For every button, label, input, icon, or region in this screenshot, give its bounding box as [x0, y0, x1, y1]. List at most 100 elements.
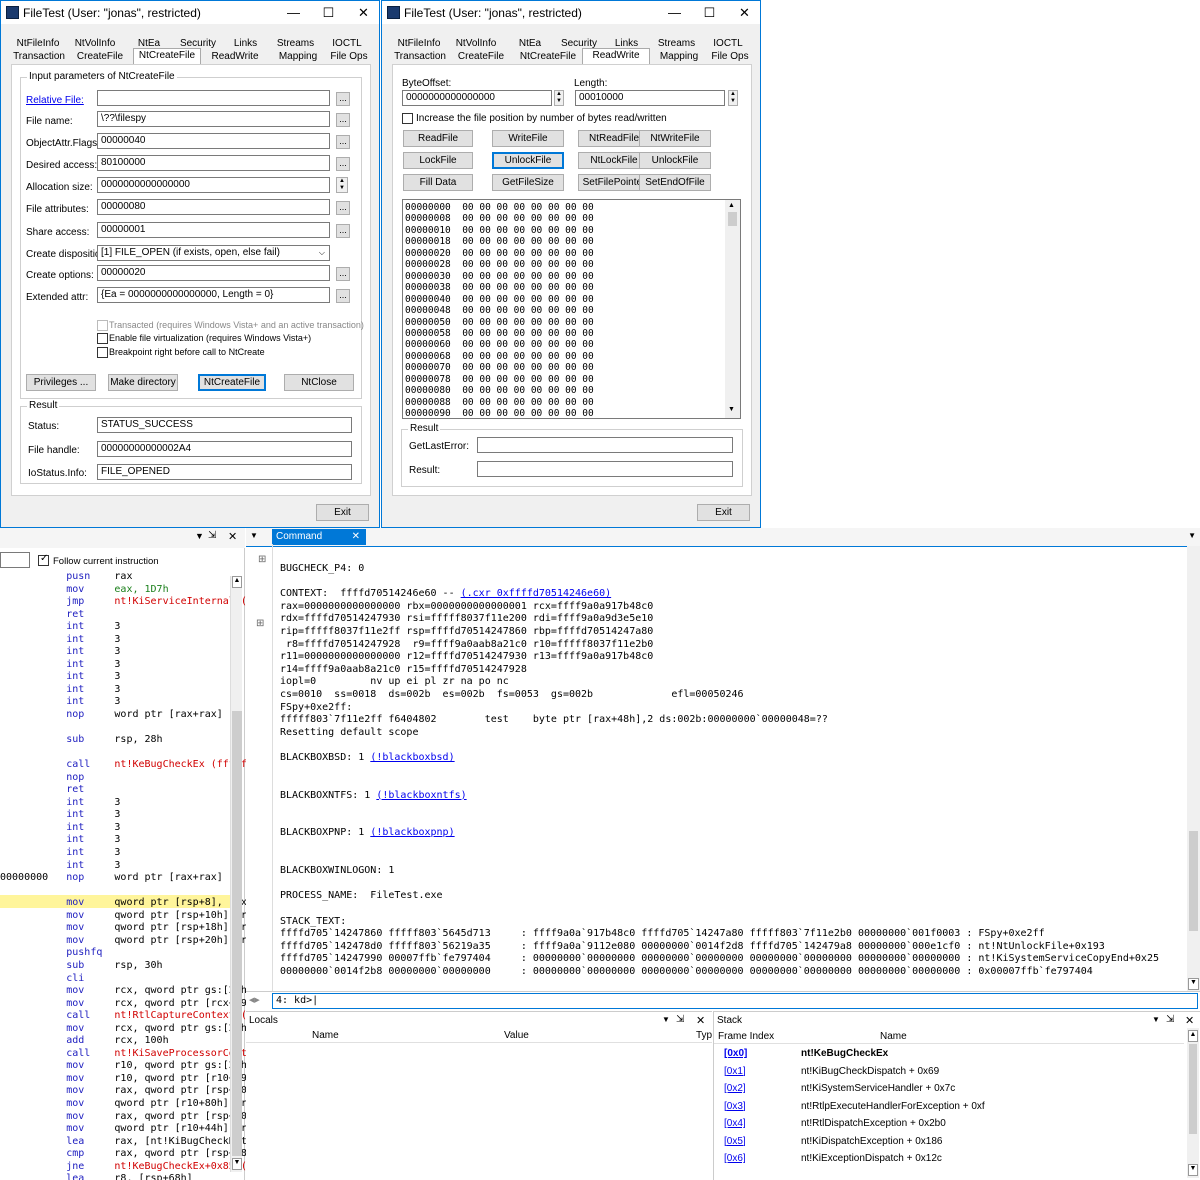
disasm-line[interactable]: mov r10, qword ptr gs:[20h — [0, 1060, 247, 1073]
browse-button-extended-attr[interactable]: ... — [336, 289, 350, 303]
tab-ntcreatefile[interactable]: NtCreateFile — [514, 50, 582, 64]
stack-col-frame[interactable]: Frame Index — [718, 1031, 774, 1042]
field-desired-access[interactable]: 80100000 — [97, 155, 330, 171]
privileges-button[interactable]: Privileges ... — [26, 374, 96, 391]
field-file-name[interactable]: \??\filespy — [97, 111, 330, 127]
field-label-relative-file[interactable]: Relative File: — [26, 95, 84, 106]
disasm-line[interactable]: mov rcx, qword ptr gs:[20h — [0, 1023, 247, 1036]
field-file-attributes[interactable]: 00000080 — [97, 199, 330, 215]
disasm-line[interactable]: ret — [0, 609, 247, 622]
close-button[interactable]: ✕ — [341, 1, 386, 24]
disasm-line[interactable]: sub rsp, 28h — [0, 734, 247, 747]
tab-ntfileinfo[interactable]: NtFileInfo — [11, 37, 65, 51]
close-icon[interactable]: ✕ — [1185, 1014, 1194, 1027]
tab-ntcreatefile[interactable]: NtCreateFile — [133, 48, 201, 64]
close-icon[interactable]: ✕ — [696, 1014, 705, 1027]
command-link-bsd[interactable]: (!blackboxbsd) — [370, 752, 454, 763]
disasm-line[interactable]: nop — [0, 772, 247, 785]
lockfile-button-1-0[interactable]: LockFile — [403, 152, 473, 169]
field-objectattr-flags[interactable]: 00000040 — [97, 133, 330, 149]
grid-icon[interactable]: ⊞ — [258, 554, 266, 565]
disasm-line[interactable]: add rcx, 100h — [0, 1035, 247, 1048]
exit-button[interactable]: Exit — [697, 504, 750, 521]
tab-streams[interactable]: Streams — [268, 37, 323, 51]
browse-button-objectattr-flags[interactable]: ... — [336, 135, 350, 149]
scroll-left-icon[interactable]: ◀▶ — [249, 996, 260, 1004]
disasm-line[interactable]: mov rcx, qword ptr gs:[20h — [0, 985, 247, 998]
pin-icon[interactable]: ⇲ — [1166, 1014, 1174, 1025]
disasm-line[interactable]: call nt!KeBugCheckEx (fffff — [0, 759, 247, 772]
disasm-line[interactable]: nop word ptr [rax+rax] — [0, 709, 247, 722]
tab-ntvolinfo[interactable]: NtVolInfo — [65, 37, 125, 51]
stack-frame-index[interactable]: [0x1] — [724, 1066, 746, 1077]
stack-frame-index[interactable]: [0x2] — [724, 1083, 746, 1094]
expand-icon[interactable]: ⊞ — [256, 618, 264, 629]
dropdown-icon[interactable]: ▼ — [250, 531, 258, 540]
disasm-line[interactable]: mov rcx, qword ptr [rcx+89 — [0, 998, 247, 1011]
tab-createfile[interactable]: CreateFile — [448, 50, 514, 64]
disasm-line[interactable]: mov qword ptr [r10+80h], r — [0, 1098, 247, 1111]
exit-button[interactable]: Exit — [316, 504, 369, 521]
tab-ntea[interactable]: NtEa — [506, 37, 554, 51]
follow-instruction-checkbox[interactable]: ✓ — [38, 553, 49, 566]
tab-file-ops[interactable]: File Ops — [708, 50, 752, 64]
command-input[interactable]: 4: kd>| — [272, 993, 1198, 1009]
disasm-line[interactable]: int 3 — [0, 809, 247, 822]
readfile-button-0-0[interactable]: ReadFile — [403, 130, 473, 147]
command-link-pnp[interactable]: (!blackboxpnp) — [370, 827, 454, 838]
disasm-line[interactable]: lea r8, [rsp+68h] — [0, 1173, 247, 1180]
length-input[interactable]: 00010000 — [575, 90, 725, 106]
command-link-ntfs[interactable]: (!blackboxntfs) — [376, 790, 466, 801]
command-tab[interactable]: Command ✕ — [272, 529, 366, 545]
fill-data-button-2-0[interactable]: Fill Data — [403, 174, 473, 191]
stack-frame-index[interactable]: [0x5] — [724, 1136, 746, 1147]
disasm-line[interactable]: mov rax, qword ptr [rsp+40 — [0, 1085, 247, 1098]
field-extended-attr[interactable]: {Ea = 0000000000000000, Length = 0} — [97, 287, 330, 303]
disassembly-listing[interactable]: pusn rax mov eax, 1D7h jmp nt!KiServiceI… — [0, 571, 247, 1180]
hex-scrollbar[interactable]: ▲ ▼ — [725, 200, 740, 418]
disasm-line[interactable]: mov qword ptr [rsp+8], rcx — [0, 897, 247, 910]
create-disposition-select[interactable]: [1] FILE_OPEN (if exists, open, else fai… — [97, 245, 330, 261]
disasm-line[interactable] — [0, 722, 247, 735]
title-bar[interactable]: FileTest (User: "jonas", restricted) — ☐… — [382, 1, 760, 24]
tab-file-ops[interactable]: File Ops — [327, 50, 371, 64]
disasm-line[interactable]: int 3 — [0, 671, 247, 684]
hex-view[interactable]: 00000000 00 00 00 00 00 00 00 00 00000008… — [402, 199, 741, 419]
disasm-line[interactable]: int 3 — [0, 797, 247, 810]
stack-frame-index[interactable]: [0x3] — [724, 1101, 746, 1112]
disasm-line[interactable]: lea rax, [nt!KiBugCheckRet — [0, 1136, 247, 1149]
browse-button-create-options[interactable]: ... — [336, 267, 350, 281]
disasm-line[interactable]: int 3 — [0, 822, 247, 835]
disasm-line[interactable]: jmp nt!KiServiceInternal ( — [0, 596, 247, 609]
pin-icon[interactable]: ⇲ — [208, 530, 216, 541]
stack-frame-index[interactable]: [0x4] — [724, 1118, 746, 1129]
ntcreatefile-button[interactable]: NtCreateFile — [198, 374, 266, 391]
disasm-line[interactable]: int 3 — [0, 834, 247, 847]
disasm-line[interactable]: cli — [0, 973, 247, 986]
disasm-line[interactable]: int 3 — [0, 684, 247, 697]
disasm-line[interactable]: int 3 — [0, 621, 247, 634]
writefile-button-0-1[interactable]: WriteFile — [492, 130, 564, 147]
increase-position-checkbox[interactable] — [402, 113, 413, 124]
make-directory-button[interactable]: Make directory — [108, 374, 178, 391]
disasm-line[interactable]: mov qword ptr [rsp+20h], r — [0, 935, 247, 948]
tab-transaction[interactable]: Transaction — [392, 50, 448, 64]
disasm-line[interactable]: jne nt!KeBugCheckEx+0x85 ( — [0, 1161, 247, 1174]
field-allocation-size[interactable]: 0000000000000000 — [97, 177, 330, 193]
disasm-line[interactable]: mov qword ptr [rsp+18h], r — [0, 922, 247, 935]
field-share-access[interactable]: 00000001 — [97, 222, 330, 238]
close-button[interactable]: ✕ — [722, 1, 767, 24]
getfilesize-button-2-1[interactable]: GetFileSize — [492, 174, 564, 191]
dropdown-icon[interactable]: ▼ — [195, 531, 204, 541]
checkbox-3[interactable] — [97, 347, 108, 358]
disasm-line[interactable]: int 3 — [0, 646, 247, 659]
locals-col-name[interactable]: Name — [312, 1030, 339, 1041]
tab-mapping[interactable]: Mapping — [269, 50, 327, 64]
browse-button-file-attributes[interactable]: ... — [336, 201, 350, 215]
disasm-line[interactable]: call nt!RtlCaptureContext ( — [0, 1010, 247, 1023]
browse-button-relative-file[interactable]: ... — [336, 92, 350, 106]
close-icon[interactable]: ✕ — [228, 530, 237, 543]
disasm-line[interactable]: sub rsp, 30h — [0, 960, 247, 973]
tab-mapping[interactable]: Mapping — [650, 50, 708, 64]
stack-frame-index[interactable]: [0x6] — [724, 1153, 746, 1164]
